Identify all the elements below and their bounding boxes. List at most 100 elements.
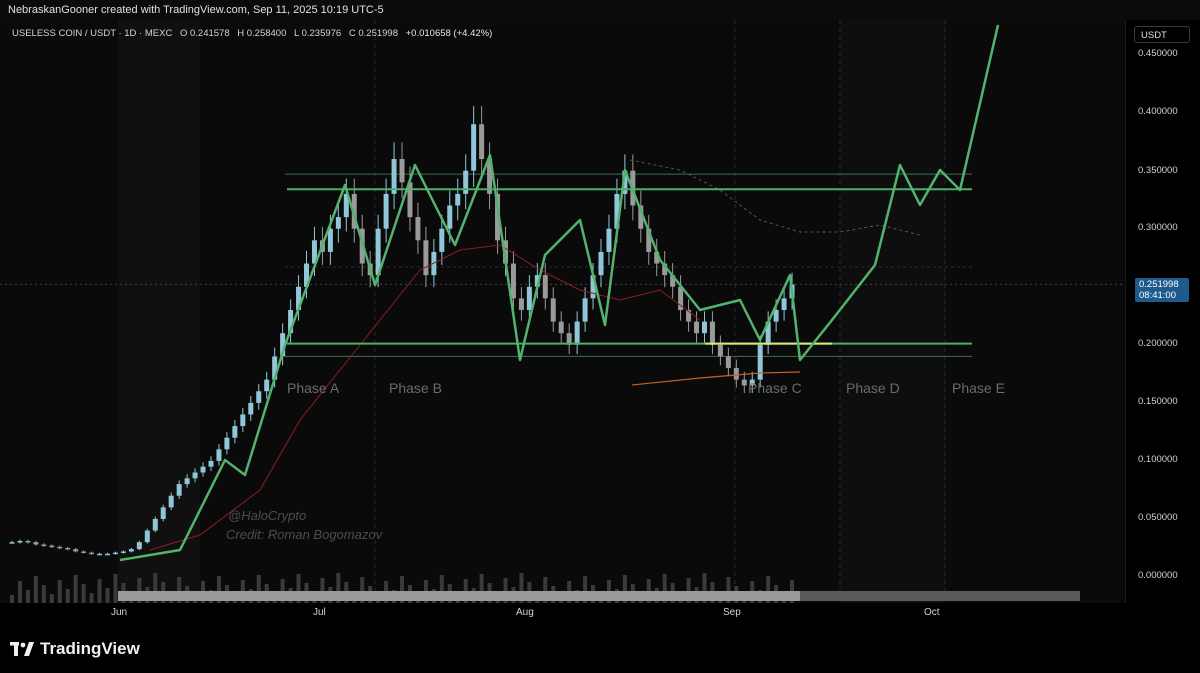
session-band [840, 20, 945, 603]
candle-body [479, 124, 485, 160]
candle-body [136, 542, 142, 550]
volume-bar [89, 593, 94, 603]
price-label: 0.100000 [1138, 454, 1178, 465]
candle-body [73, 549, 79, 552]
session-band [118, 20, 200, 603]
price-label: 0.050000 [1138, 512, 1178, 523]
watermark-handle: @HaloCrypto [228, 508, 307, 523]
candle-body [423, 240, 429, 276]
candle-body [582, 298, 588, 322]
candle-body [112, 552, 118, 555]
volume-bar [49, 594, 54, 603]
candle-body [606, 228, 612, 252]
time-label: Jun [111, 607, 128, 618]
candle-body [216, 449, 222, 461]
change-value: +0.010658 (+4.42%) [405, 28, 493, 39]
close-value: C 0.251998 [348, 28, 398, 39]
volume-bar [25, 590, 30, 603]
candle-body [152, 518, 158, 531]
time-label: Oct [924, 607, 940, 618]
candle-body [550, 298, 556, 322]
candle-body [264, 379, 270, 392]
price-label: 0.350000 [1138, 165, 1178, 176]
tradingview-brand: TradingView [40, 639, 140, 658]
candle-body [176, 484, 182, 496]
candle-body [49, 545, 55, 548]
current-price-badge: 0.251998 08:41:00 [1135, 278, 1189, 302]
volume-bar [81, 584, 86, 603]
candle-body [17, 541, 23, 543]
candle-body [160, 507, 166, 519]
price-chart[interactable] [0, 20, 1125, 603]
candle-body [184, 478, 190, 485]
candle-body [399, 159, 405, 183]
symbol-name[interactable]: USELESS COIN / USDT · 1D · MEXC [12, 28, 172, 39]
tradingview-logo[interactable]: TradingView [10, 639, 140, 659]
volume-strip-future [800, 591, 1080, 601]
candle-body [41, 544, 47, 546]
candle-body [256, 391, 262, 403]
candle-body [741, 379, 747, 386]
candle-body [192, 472, 198, 479]
candle-body [471, 124, 477, 171]
candle-body [57, 546, 63, 549]
candle-body [144, 530, 150, 543]
candle-body [200, 466, 206, 473]
volume-bar [17, 581, 22, 603]
watermark-credit: Credit: Roman Bogomazov [226, 527, 383, 542]
candle-body [105, 553, 111, 556]
price-label: 0.150000 [1138, 396, 1178, 407]
symbol-info-bar: USELESS COIN / USDT · 1D · MEXC O 0.2415… [12, 28, 497, 39]
phase-b-label: Phase B [389, 380, 442, 396]
candle-body [598, 251, 604, 276]
candle-body [383, 193, 389, 229]
volume-bar [105, 588, 110, 603]
high-value: H 0.258400 [237, 28, 287, 39]
time-label: Sep [723, 607, 741, 618]
candle-body [717, 344, 723, 357]
currency-selector[interactable]: USDT [1134, 26, 1190, 43]
price-label: 0.400000 [1138, 106, 1178, 117]
candle-body [81, 551, 87, 553]
price-scale[interactable]: USDT 0.450000 0.400000 0.350000 0.300000… [1125, 20, 1200, 603]
candle-body [415, 217, 421, 241]
footer: TradingView [0, 623, 1200, 673]
candle-body [542, 275, 548, 299]
volume-bar [41, 585, 46, 603]
candle-body [694, 321, 700, 334]
volume-bar [65, 589, 70, 603]
volume-strip [118, 591, 800, 601]
candle-body [558, 321, 564, 334]
volume-bar [73, 575, 78, 603]
time-axis[interactable]: Jun Jul Aug Sep Oct [0, 603, 1200, 623]
candle-body [757, 344, 763, 380]
candle-body [240, 414, 246, 427]
time-label: Aug [516, 607, 534, 618]
candle-body [701, 321, 707, 334]
candle-body [224, 437, 230, 450]
candle-body [65, 547, 71, 550]
price-label: 0.200000 [1138, 338, 1178, 349]
candle-body [447, 205, 453, 229]
candle-body [248, 402, 254, 415]
candle-body [89, 552, 95, 555]
phase-c-label: Phase C [748, 380, 802, 396]
phase-d-label: Phase D [846, 380, 900, 396]
candle-body [168, 495, 174, 508]
phase-a-label: Phase A [287, 380, 340, 396]
price-label: 0.450000 [1138, 48, 1178, 59]
price-label: 0.000000 [1138, 570, 1178, 581]
chart-area[interactable]: USELESS COIN / USDT · 1D · MEXC O 0.2415… [0, 20, 1125, 603]
moving-average-red [149, 244, 701, 551]
bar-countdown: 08:41:00 [1139, 290, 1176, 301]
candle-body [781, 298, 787, 310]
candle-body [208, 460, 214, 467]
attribution-text: NebraskanGooner created with TradingView… [8, 4, 384, 16]
time-label: Jul [313, 607, 326, 618]
candle-body [232, 426, 238, 438]
candle-body [439, 228, 445, 252]
volume-bar [10, 595, 14, 603]
open-value: O 0.241578 [179, 28, 230, 39]
phase-e-label: Phase E [952, 380, 1005, 396]
current-price: 0.251998 [1139, 279, 1179, 290]
